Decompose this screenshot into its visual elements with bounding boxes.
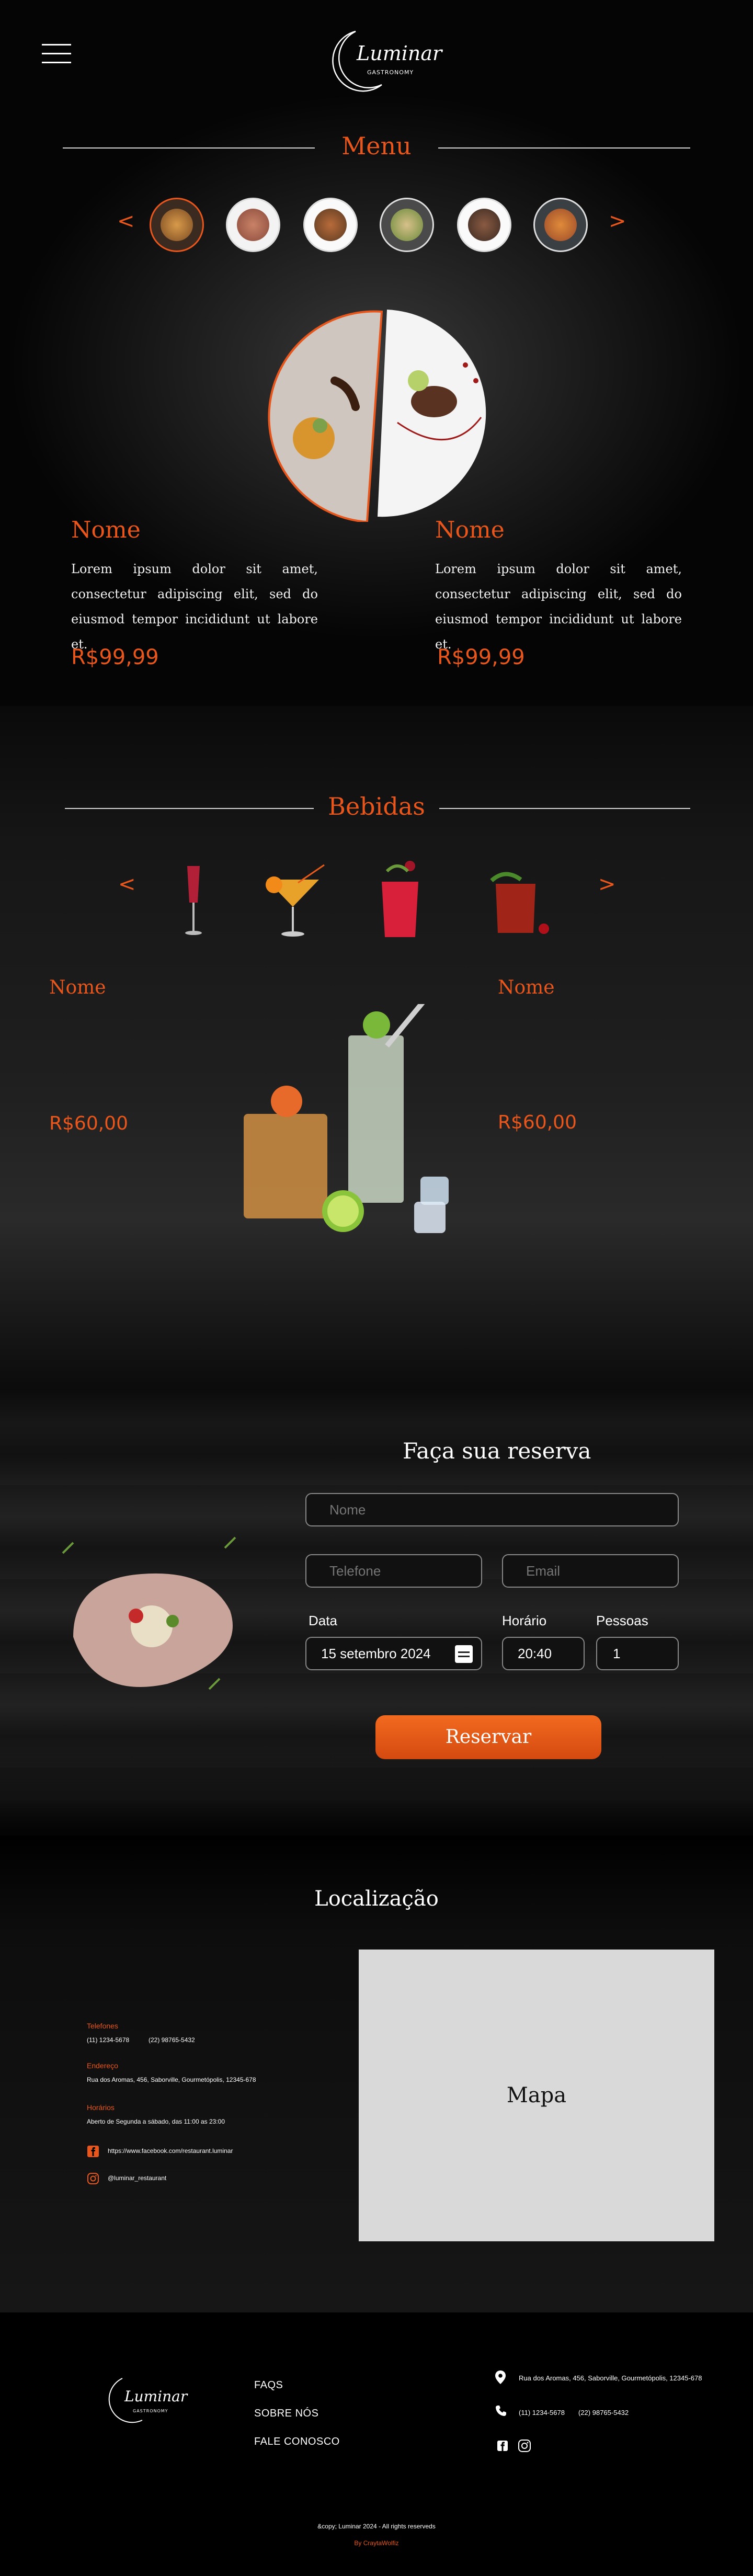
instagram-icon[interactable]	[87, 2172, 99, 2185]
drink-price: R$60,00	[498, 1112, 577, 1133]
email-input[interactable]	[502, 1554, 679, 1588]
dish-description: Lorem ipsum dolor sit amet, consectetur …	[435, 562, 682, 652]
footer-phone-2: (22) 98765-5432	[578, 2409, 629, 2417]
footer-address: Rua dos Aromas, 456, Saborville, Gourmet…	[519, 2374, 702, 2382]
reserve-button[interactable]: Reservar	[375, 1715, 601, 1759]
dish-name: Nome	[435, 517, 505, 543]
people-value: 1	[613, 1646, 621, 1661]
drinks-title-row: Bebidas	[63, 792, 690, 824]
location-section: Localização Telefones (11) 1234-5678 (22…	[0, 1836, 753, 2312]
dish-thumbnail[interactable]	[150, 198, 204, 252]
time-label: Horário	[502, 1613, 547, 1628]
dish-thumbnail[interactable]	[533, 198, 588, 252]
featured-dishes-image	[268, 310, 486, 522]
reservation-dish-image	[62, 1536, 236, 1690]
featured-drinks-image	[244, 1004, 449, 1233]
drinks-title: Bebidas	[328, 792, 425, 820]
footer-link-faqs[interactable]: FAQS	[254, 2379, 283, 2391]
footer-link-about[interactable]: SOBRE NÓS	[254, 2408, 318, 2420]
phone-1: (11) 1234-5678	[87, 2036, 130, 2044]
drink-thumbnail[interactable]	[173, 861, 214, 939]
dish-price: R$99,99	[437, 645, 525, 669]
reservation-title: Faça sua reserva	[403, 1438, 591, 1464]
phone-icon	[496, 2406, 506, 2416]
drink-thumbnail[interactable]	[479, 863, 557, 941]
hours-label: Horários	[87, 2103, 115, 2112]
menu-title: Menu	[341, 132, 412, 160]
time-input[interactable]: 20:40	[502, 1637, 585, 1670]
menu-section: Luminar GASTRONOMY Menu < > Nome Lorem i…	[0, 0, 753, 706]
dish-thumbnail[interactable]	[380, 198, 434, 252]
logo-subtitle: GASTRONOMY	[367, 69, 414, 76]
dish-thumbnail[interactable]	[226, 198, 280, 252]
date-label: Data	[309, 1613, 337, 1628]
credit: By CraytaWolfiz	[354, 2539, 399, 2547]
location-title: Localização	[314, 1887, 439, 1911]
people-label: Pessoas	[596, 1613, 648, 1628]
footer-brand-sub: GASTRONOMY	[133, 2409, 168, 2413]
footer-phone-1: (11) 1234-5678	[519, 2409, 565, 2417]
drink-name: Nome	[49, 977, 106, 998]
footer-link-contact[interactable]: FALE CONOSCO	[254, 2436, 340, 2448]
phones-label: Telefones	[87, 2022, 118, 2030]
divider	[438, 147, 690, 149]
date-value: 15 setembro 2024	[321, 1646, 431, 1661]
dish-price: R$99,99	[71, 645, 159, 669]
name-input[interactable]	[305, 1493, 679, 1526]
dish-name: Nome	[71, 517, 141, 543]
drink-price: R$60,00	[49, 1113, 128, 1134]
hours: Aberto de Segunda a sábado, das 11:00 as…	[87, 2118, 225, 2125]
address-label: Endereço	[87, 2061, 118, 2070]
location-pin-icon	[495, 2370, 506, 2384]
footer-logo[interactable]: Luminar GASTRONOMY	[95, 2372, 189, 2430]
hamburger-menu-icon[interactable]	[42, 44, 71, 65]
logo[interactable]: Luminar GASTRONOMY	[319, 21, 442, 99]
date-input[interactable]: 15 setembro 2024	[305, 1637, 482, 1670]
copyright: &copy; Luminar 2024 - All rights reserve…	[317, 2523, 436, 2530]
address: Rua dos Aromas, 456, Saborville, Gourmet…	[87, 2076, 256, 2083]
drink-name: Nome	[498, 977, 555, 998]
menu-prev-arrow[interactable]: <	[117, 209, 135, 233]
dish-thumbnail[interactable]	[457, 198, 511, 252]
instagram-handle[interactable]: @luminar_restaurant	[108, 2174, 166, 2182]
calendar-icon[interactable]	[455, 1645, 473, 1663]
map[interactable]: Mapa	[359, 1950, 714, 2241]
facebook-icon[interactable]	[497, 2440, 508, 2452]
time-value: 20:40	[518, 1646, 552, 1661]
dish-thumbnail[interactable]	[303, 198, 358, 252]
footer: Luminar GASTRONOMY FAQS SOBRE NÓS FALE C…	[0, 2312, 753, 2576]
people-input[interactable]: 1	[596, 1637, 679, 1670]
drinks-prev-arrow[interactable]: <	[118, 872, 136, 896]
drinks-section: Bebidas < > Nome R$60,00 Nome R$60,00	[0, 706, 753, 1391]
footer-brand: Luminar	[124, 2388, 188, 2405]
reservation-section: Faça sua reserva Data 15 setembro 2024 H…	[0, 1391, 753, 1836]
facebook-icon[interactable]	[87, 2145, 99, 2158]
logo-brand: Luminar	[357, 42, 442, 65]
divider	[439, 808, 690, 809]
phone-2: (22) 98765-5432	[149, 2036, 195, 2044]
instagram-icon[interactable]	[518, 2439, 531, 2453]
facebook-link[interactable]: https://www.facebook.com/restaurant.lumi…	[108, 2147, 233, 2155]
menu-next-arrow[interactable]: >	[609, 209, 626, 233]
menu-title-row: Menu	[63, 132, 690, 163]
drink-thumbnail[interactable]	[256, 862, 329, 940]
drinks-next-arrow[interactable]: >	[598, 872, 616, 896]
drink-thumbnail[interactable]	[366, 856, 434, 944]
phone-input[interactable]	[305, 1554, 482, 1588]
dish-description: Lorem ipsum dolor sit amet, consectetur …	[71, 562, 318, 652]
